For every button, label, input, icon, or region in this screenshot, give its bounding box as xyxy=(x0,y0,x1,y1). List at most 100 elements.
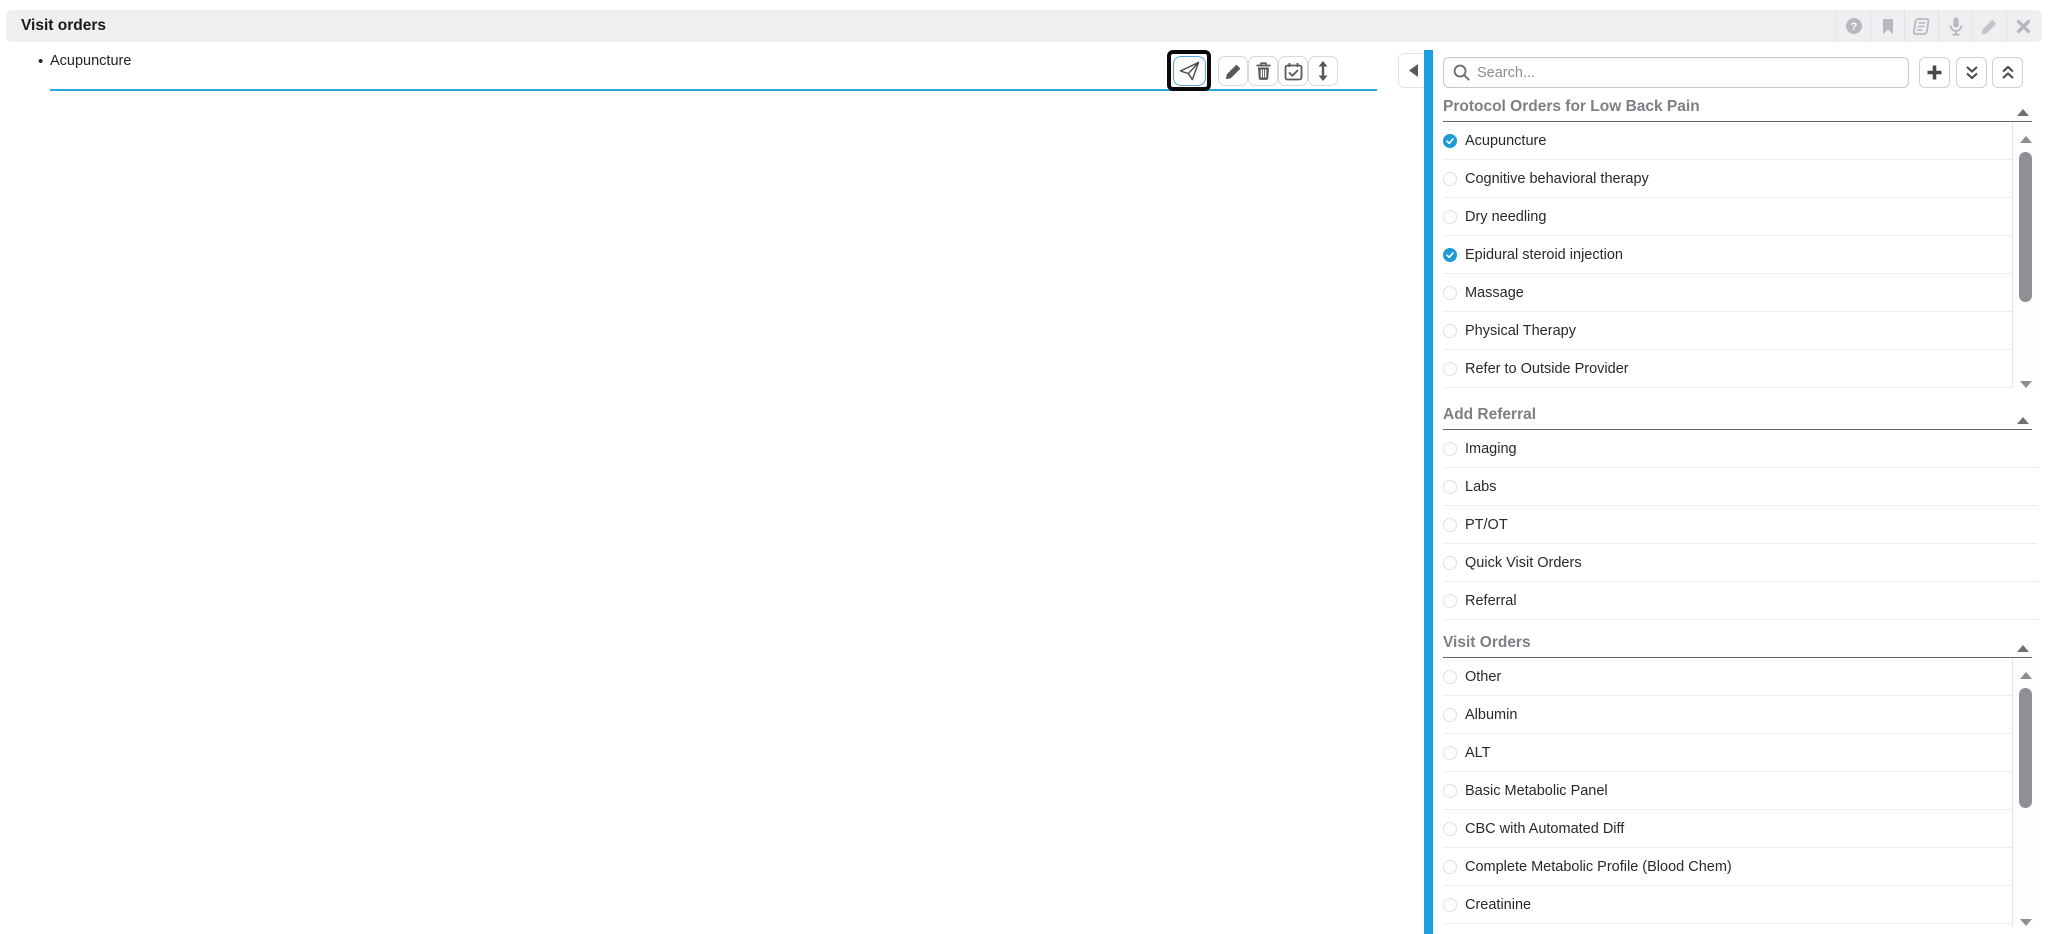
double-chevron-down-icon xyxy=(1964,65,1980,81)
order-checkbox-icon[interactable] xyxy=(1443,248,1457,262)
order-option-row[interactable]: PT/OT xyxy=(1443,506,2038,544)
book-icon[interactable] xyxy=(1904,10,1938,42)
order-list-item[interactable]: • Acupuncture xyxy=(38,47,131,75)
order-option-row[interactable]: Albumin xyxy=(1443,696,2012,734)
scrollbar-thumb[interactable] xyxy=(2019,152,2032,302)
scrollbar-thumb[interactable] xyxy=(2019,688,2032,808)
collapse-all-button[interactable] xyxy=(1992,57,2023,88)
order-option-label: Other xyxy=(1465,669,1501,685)
order-option-row[interactable]: Dry needling xyxy=(1443,198,2012,236)
search-box xyxy=(1443,57,1909,88)
order-checkbox-icon[interactable] xyxy=(1443,518,1457,532)
trash-icon xyxy=(1255,62,1272,80)
order-option-row[interactable]: Referral xyxy=(1443,582,2038,620)
order-option-label: Physical Therapy xyxy=(1465,323,1576,339)
plus-icon xyxy=(1926,64,1943,81)
expand-all-button[interactable] xyxy=(1956,57,1987,88)
order-option-label: Dry needling xyxy=(1465,209,1546,225)
order-section: Visit Orders Other Albumin ALT Basic Met… xyxy=(1443,634,2038,926)
calendar-check-icon xyxy=(1284,62,1303,81)
section-title: Add Referral xyxy=(1443,406,1536,423)
order-item-label: Acupuncture xyxy=(50,53,131,69)
order-checkbox-icon[interactable] xyxy=(1443,172,1457,186)
section-header: Add Referral xyxy=(1443,406,2038,428)
double-chevron-up-icon xyxy=(2000,65,2016,81)
order-checkbox-icon[interactable] xyxy=(1443,442,1457,456)
svg-text:?: ? xyxy=(1850,21,1857,33)
order-option-row[interactable]: Physical Therapy xyxy=(1443,312,2012,350)
section-scrollbar[interactable] xyxy=(2012,122,2038,388)
order-checkbox-icon[interactable] xyxy=(1443,784,1457,798)
order-checkbox-icon[interactable] xyxy=(1443,708,1457,722)
order-option-label: Imaging xyxy=(1465,441,1517,457)
order-checkbox-icon[interactable] xyxy=(1443,324,1457,338)
order-option-label: CBC with Automated Diff xyxy=(1465,821,1624,837)
order-option-row[interactable]: Creatinine xyxy=(1443,886,2012,924)
order-option-row[interactable]: Acupuncture xyxy=(1443,122,2012,160)
titlebar: Visit orders ? xyxy=(6,10,2042,42)
section-title: Protocol Orders for Low Back Pain xyxy=(1443,98,1700,115)
resize-order-button[interactable] xyxy=(1308,56,1338,86)
close-icon[interactable] xyxy=(2006,10,2040,42)
order-option-row[interactable]: Epidural steroid injection xyxy=(1443,236,2012,274)
order-option-label: Basic Metabolic Panel xyxy=(1465,783,1608,799)
section-title: Visit Orders xyxy=(1443,634,1531,651)
search-icon xyxy=(1453,64,1470,81)
edit-order-button[interactable] xyxy=(1218,56,1248,86)
order-checkbox-icon[interactable] xyxy=(1443,480,1457,494)
order-option-row[interactable]: Quick Visit Orders xyxy=(1443,544,2038,582)
order-option-label: Referral xyxy=(1465,593,1517,609)
order-checkbox-icon[interactable] xyxy=(1443,594,1457,608)
order-option-row[interactable]: ALT xyxy=(1443,734,2012,772)
order-option-label: Cognitive behavioral therapy xyxy=(1465,171,1649,187)
order-checkbox-icon[interactable] xyxy=(1443,670,1457,684)
order-checkbox-icon[interactable] xyxy=(1443,210,1457,224)
order-checkbox-icon[interactable] xyxy=(1443,556,1457,570)
order-checkbox-icon[interactable] xyxy=(1443,822,1457,836)
order-option-label: Albumin xyxy=(1465,707,1517,723)
page-title: Visit orders xyxy=(21,10,106,42)
order-option-label: Acupuncture xyxy=(1465,133,1546,149)
order-option-label: Epidural steroid injection xyxy=(1465,247,1623,263)
schedule-order-button[interactable] xyxy=(1278,56,1308,86)
collapse-section-icon[interactable] xyxy=(2017,639,2029,657)
order-option-row[interactable]: Basic Metabolic Panel xyxy=(1443,772,2012,810)
order-option-row[interactable]: Labs xyxy=(1443,468,2038,506)
order-option-label: ALT xyxy=(1465,745,1491,761)
order-option-row[interactable]: CBC with Automated Diff xyxy=(1443,810,2012,848)
help-icon[interactable]: ? xyxy=(1836,10,1870,42)
order-option-row[interactable]: Refer to Outside Provider xyxy=(1443,350,2012,388)
send-button-focus-ring xyxy=(1167,50,1211,91)
collapse-section-icon[interactable] xyxy=(2017,103,2029,121)
order-checkbox-icon[interactable] xyxy=(1443,746,1457,760)
order-option-row[interactable]: Massage xyxy=(1443,274,2012,312)
scroll-up-icon[interactable] xyxy=(2020,130,2032,148)
chevron-left-icon xyxy=(1409,64,1418,77)
send-button[interactable] xyxy=(1173,56,1206,86)
order-checkbox-icon[interactable] xyxy=(1443,898,1457,912)
section-header: Visit Orders xyxy=(1443,634,2038,656)
order-option-row[interactable]: Imaging xyxy=(1443,430,2038,468)
order-option-row[interactable]: Complete Metabolic Profile (Blood Chem) xyxy=(1443,848,2012,886)
scroll-down-icon[interactable] xyxy=(2020,913,2032,931)
order-option-label: Creatinine xyxy=(1465,897,1531,913)
search-input[interactable] xyxy=(1477,65,1908,81)
order-checkbox-icon[interactable] xyxy=(1443,286,1457,300)
section-list: Imaging Labs PT/OT Quick Visit Orders Re… xyxy=(1443,430,2038,620)
order-checkbox-icon[interactable] xyxy=(1443,134,1457,148)
delete-order-button[interactable] xyxy=(1248,56,1278,86)
order-option-row[interactable]: Cognitive behavioral therapy xyxy=(1443,160,2012,198)
order-checkbox-icon[interactable] xyxy=(1443,362,1457,376)
section-scrollbar[interactable] xyxy=(2012,658,2038,926)
pencil-icon xyxy=(1225,63,1242,80)
bookmark-icon[interactable] xyxy=(1870,10,1904,42)
edit-icon[interactable] xyxy=(1972,10,2006,42)
section-list: Other Albumin ALT Basic Metabolic Panel … xyxy=(1443,658,2038,926)
microphone-icon[interactable] xyxy=(1938,10,1972,42)
scroll-up-icon[interactable] xyxy=(2020,666,2032,684)
collapse-section-icon[interactable] xyxy=(2017,411,2029,429)
scroll-down-icon[interactable] xyxy=(2020,375,2032,393)
order-option-row[interactable]: Other xyxy=(1443,658,2012,696)
order-checkbox-icon[interactable] xyxy=(1443,860,1457,874)
add-order-button[interactable] xyxy=(1919,57,1950,88)
